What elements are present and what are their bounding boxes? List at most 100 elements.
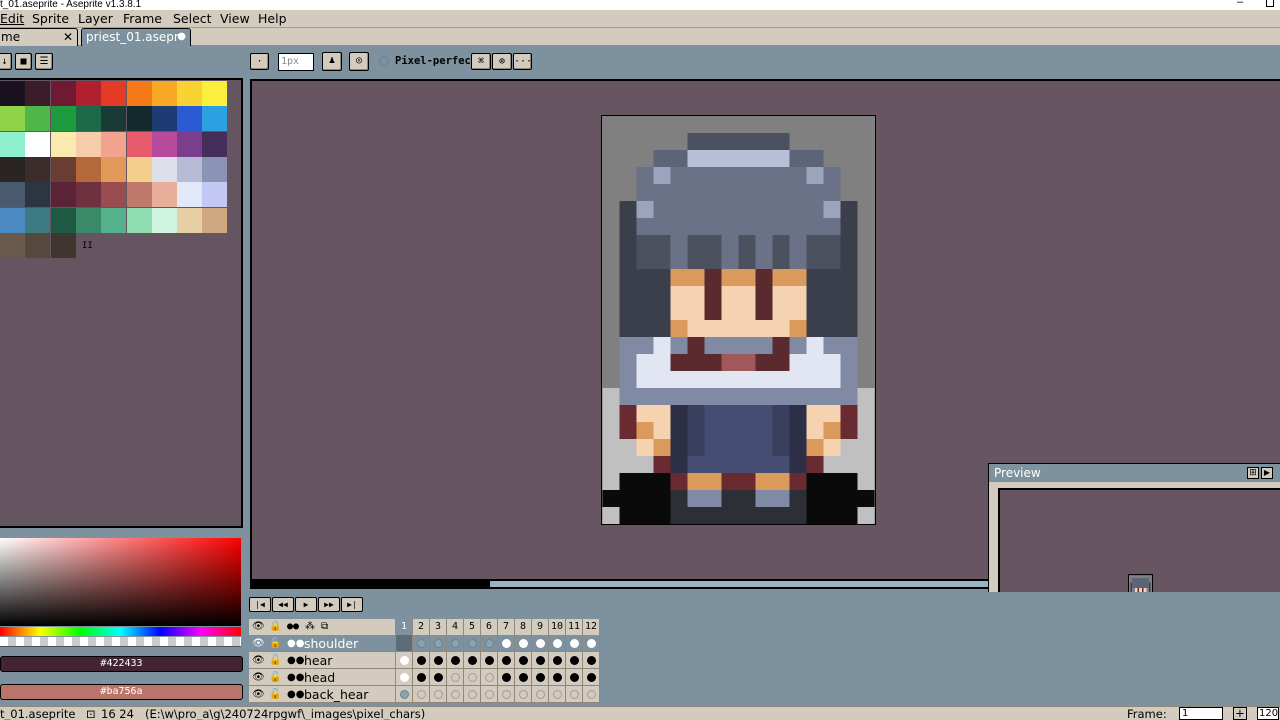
timeline-cel[interactable] bbox=[549, 635, 566, 652]
preview-title-bar[interactable]: Preview ⊞ ▶ bbox=[989, 464, 1280, 482]
continuous-icon[interactable]: ●● bbox=[287, 686, 304, 703]
timeline-cel[interactable] bbox=[481, 686, 498, 703]
frame-header[interactable]: 11 bbox=[566, 619, 583, 635]
timeline-cel[interactable] bbox=[566, 669, 583, 686]
timeline-cel[interactable] bbox=[413, 669, 430, 686]
menu-layer[interactable]: Layer bbox=[78, 10, 113, 28]
frame-header[interactable]: 3 bbox=[430, 619, 447, 635]
palette-swatch[interactable] bbox=[0, 207, 25, 233]
layer-row[interactable]: 👁 🔓 ●● head bbox=[249, 669, 395, 686]
timeline-cel[interactable] bbox=[481, 652, 498, 669]
palette-swatch[interactable] bbox=[101, 106, 127, 132]
maximize-button[interactable] bbox=[1266, 0, 1274, 7]
timeline-cel[interactable] bbox=[464, 652, 481, 669]
palette-swatch[interactable] bbox=[202, 182, 228, 208]
palette-swatch[interactable] bbox=[50, 131, 76, 157]
pixel-perfect-checkbox[interactable] bbox=[379, 56, 389, 66]
palette-swatch[interactable] bbox=[202, 131, 228, 157]
ink-button[interactable]: ♟ bbox=[322, 52, 342, 71]
scrollbar-thumb[interactable] bbox=[490, 581, 990, 587]
palette-swatch[interactable] bbox=[25, 207, 51, 233]
next-frame-button[interactable]: ▶▶ bbox=[318, 597, 340, 612]
palette-swatch[interactable] bbox=[50, 207, 76, 233]
timeline-cel[interactable] bbox=[498, 635, 515, 652]
palette-swatch[interactable] bbox=[25, 131, 51, 157]
palette-swatch[interactable] bbox=[25, 232, 51, 258]
timeline-cel[interactable] bbox=[532, 652, 549, 669]
last-frame-button[interactable]: ▶| bbox=[341, 597, 363, 612]
timeline-cel[interactable] bbox=[532, 635, 549, 652]
palette-swatch[interactable] bbox=[101, 182, 127, 208]
palette-swatch[interactable] bbox=[126, 106, 152, 132]
visibility-icon[interactable]: 👁 bbox=[252, 686, 265, 703]
frame-input[interactable]: 1 bbox=[1179, 707, 1223, 720]
palette-swatch[interactable] bbox=[177, 81, 203, 106]
continuous-header-icon[interactable]: ●● bbox=[287, 619, 299, 635]
timeline-cel[interactable] bbox=[447, 669, 464, 686]
palette-swatch[interactable] bbox=[101, 207, 127, 233]
palette-swatch[interactable] bbox=[0, 131, 25, 157]
palette-swatch[interactable] bbox=[50, 156, 76, 182]
timeline-cel[interactable] bbox=[515, 652, 532, 669]
zoom-field[interactable]: 120 bbox=[1257, 707, 1280, 720]
palette-swatch[interactable] bbox=[25, 81, 51, 106]
onion-skin-icon[interactable]: ⁂ bbox=[305, 619, 315, 635]
palette-swatch[interactable] bbox=[50, 81, 76, 106]
timeline-cel[interactable] bbox=[413, 686, 430, 703]
palette-swatch[interactable] bbox=[177, 156, 203, 182]
menu-help[interactable]: Help bbox=[258, 10, 287, 28]
menu-sprite[interactable]: Sprite bbox=[32, 10, 69, 28]
palette-swatch[interactable] bbox=[177, 106, 203, 132]
frame-header[interactable]: 8 bbox=[515, 619, 532, 635]
palette-swatch[interactable] bbox=[75, 182, 101, 208]
close-icon[interactable]: ✕ bbox=[63, 29, 73, 45]
frame-header[interactable]: 1 bbox=[396, 619, 413, 635]
palette-swatch[interactable] bbox=[25, 156, 51, 182]
timeline-cel[interactable] bbox=[481, 635, 498, 652]
continuous-icon[interactable]: ●● bbox=[287, 635, 304, 652]
lock-icon[interactable]: 🔓 bbox=[269, 669, 281, 686]
palette-swatch[interactable] bbox=[75, 81, 101, 106]
timeline-cel[interactable] bbox=[447, 652, 464, 669]
timeline-cel[interactable] bbox=[498, 686, 515, 703]
timeline-cel[interactable] bbox=[515, 669, 532, 686]
palette-swatch[interactable] bbox=[126, 156, 152, 182]
visibility-icon[interactable]: 👁 bbox=[252, 669, 265, 686]
frame-header[interactable]: 9 bbox=[532, 619, 549, 635]
visibility-header-icon[interactable]: 👁 bbox=[252, 619, 265, 635]
palette-swatch[interactable] bbox=[75, 156, 101, 182]
palette-swatch[interactable] bbox=[50, 106, 76, 132]
palette-swatch[interactable] bbox=[75, 131, 101, 157]
layer-link-icon[interactable]: ⧉ bbox=[321, 619, 328, 635]
timeline-cel[interactable] bbox=[396, 686, 413, 703]
timeline-cel[interactable] bbox=[447, 686, 464, 703]
layer-row[interactable]: 👁 🔓 ●● shoulder bbox=[249, 635, 395, 652]
palette-swatch[interactable] bbox=[177, 182, 203, 208]
visibility-icon[interactable]: 👁 bbox=[252, 652, 265, 669]
background-color-bar[interactable]: #ba756a bbox=[0, 684, 243, 700]
timeline-cel[interactable] bbox=[413, 652, 430, 669]
preview-play-icon[interactable]: ▶ bbox=[1261, 467, 1273, 479]
timeline-cel[interactable] bbox=[430, 686, 447, 703]
play-button[interactable]: ▶ bbox=[295, 597, 317, 612]
palette-swatch[interactable] bbox=[75, 106, 101, 132]
more-options-button[interactable]: ··· bbox=[513, 53, 532, 70]
timeline-cel[interactable] bbox=[481, 669, 498, 686]
timeline-cel[interactable] bbox=[583, 635, 600, 652]
palette-swatch[interactable] bbox=[0, 106, 25, 132]
brush-type-button[interactable]: · bbox=[250, 53, 269, 70]
frame-header[interactable]: 5 bbox=[464, 619, 481, 635]
hue-slider[interactable] bbox=[0, 627, 241, 636]
frame-header[interactable]: 2 bbox=[413, 619, 430, 635]
timeline-cel[interactable] bbox=[430, 652, 447, 669]
palette-swatch[interactable] bbox=[151, 156, 177, 182]
palette-swatch[interactable] bbox=[202, 81, 228, 106]
palette-swatch[interactable] bbox=[151, 131, 177, 157]
layer-row[interactable]: 👁 🔓 ●● back_hear bbox=[249, 686, 395, 703]
tab-file-1[interactable]: me ✕ bbox=[0, 28, 78, 46]
alpha-slider[interactable] bbox=[0, 637, 241, 647]
timeline-cel[interactable] bbox=[447, 635, 464, 652]
palette-swatch[interactable] bbox=[151, 81, 177, 106]
tab-priest-01[interactable]: priest_01.asepr ● bbox=[81, 28, 191, 46]
timeline-cel[interactable] bbox=[515, 635, 532, 652]
